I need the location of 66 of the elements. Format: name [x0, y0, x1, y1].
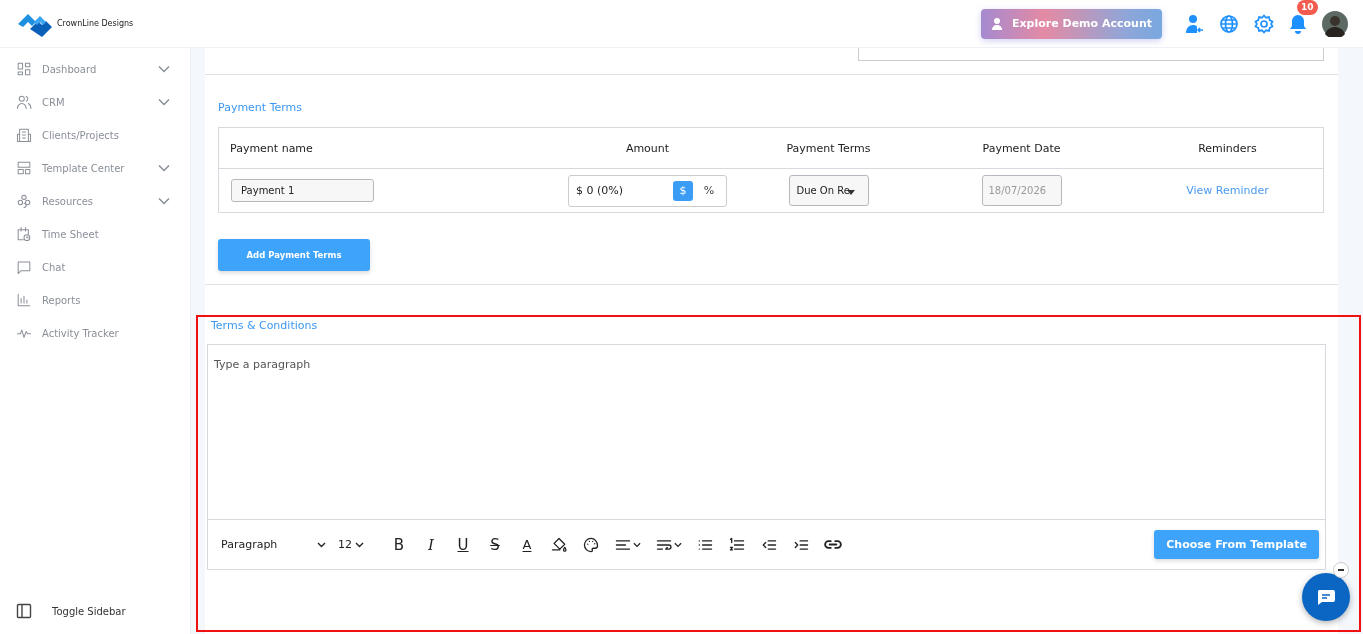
sidebar-item[interactable]: Resources: [0, 190, 190, 212]
view-reminder-link[interactable]: View Reminder: [1186, 184, 1269, 197]
strike-button[interactable]: S: [480, 532, 510, 557]
chevron-down-icon: [674, 541, 682, 548]
section-title: Terms & Conditions: [211, 319, 319, 332]
menu-item-icon: [16, 193, 32, 209]
globe-icon[interactable]: [1219, 13, 1239, 34]
sidebar-item[interactable]: Dashboard: [0, 58, 190, 80]
sidebar-layout-icon: [16, 603, 32, 619]
block-format-select[interactable]: Paragraph: [221, 538, 326, 551]
sidebar-item[interactable]: Time Sheet: [0, 223, 190, 245]
user-icon: [991, 16, 1005, 31]
amount-field[interactable]: $ 0 (0%) $ %: [568, 174, 727, 207]
menu-item-icon: [16, 292, 32, 308]
column-header: Payment Terms: [785, 141, 872, 155]
menu-item-icon: [16, 127, 32, 143]
sidebar-item[interactable]: Reports: [0, 289, 190, 311]
palette-icon: [582, 535, 600, 554]
menu-item-icon: [16, 259, 32, 275]
italic-button[interactable]: I: [416, 532, 446, 557]
chevron-down-icon: [158, 197, 170, 205]
sidebar-item[interactable]: Clients/Projects: [0, 124, 190, 146]
add-user-icon[interactable]: [1184, 13, 1204, 34]
sidebar-item[interactable]: Template Center: [0, 157, 190, 179]
toggle-sidebar-button[interactable]: Toggle Sidebar: [0, 600, 190, 622]
notification-count-badge: 10: [1297, 0, 1318, 15]
payment-name-field[interactable]: Payment 1: [231, 179, 374, 202]
menu-item-icon: [16, 226, 32, 242]
user-avatar[interactable]: [1322, 10, 1348, 37]
font-size-select[interactable]: 12: [338, 538, 364, 551]
payment-terms-select[interactable]: Due On Re: [788, 175, 869, 206]
unit-toggle[interactable]: $: [673, 180, 693, 201]
section-title: Payment Terms: [218, 101, 304, 114]
underline-button[interactable]: U: [448, 532, 478, 557]
brand-name: CrownLine Designs: [57, 19, 134, 28]
sidebar-item[interactable]: Chat: [0, 256, 190, 278]
chevron-down-icon: [158, 65, 170, 73]
chevron-down-icon: [317, 541, 326, 548]
chevron-down-icon: [633, 541, 641, 548]
payment-date-field[interactable]: 18/07/2026: [981, 175, 1062, 206]
fill-icon: [550, 535, 568, 554]
numbers-icon: [728, 535, 746, 554]
column-header: Reminders: [1197, 141, 1258, 155]
sidebar-item[interactable]: CRM: [0, 91, 190, 113]
bold-button[interactable]: B: [384, 532, 414, 557]
link-icon: [824, 540, 842, 549]
chevron-down-icon: [355, 541, 364, 548]
minimize-icon[interactable]: [1333, 562, 1349, 578]
explore-demo-button[interactable]: Explore Demo Account: [981, 8, 1162, 39]
chat-bubble-icon: [1316, 589, 1336, 605]
column-header: Payment Date: [981, 141, 1062, 155]
column-header: Payment name: [229, 141, 314, 155]
add-payment-terms-button[interactable]: Add Payment Terms: [218, 239, 370, 271]
chevron-down-icon: [158, 98, 170, 106]
settings-icon[interactable]: [1254, 13, 1274, 34]
menu-item-icon: [16, 160, 32, 176]
unit-toggle[interactable]: %: [699, 180, 719, 201]
notification-bell-icon[interactable]: [1289, 13, 1307, 34]
sidebar-item[interactable]: Activity Tracker: [0, 322, 190, 344]
editor-placeholder[interactable]: Type a paragraph: [214, 358, 311, 371]
menu-item-icon: [16, 94, 32, 110]
menu-item-icon: [16, 61, 32, 77]
column-header: Amount: [624, 141, 671, 155]
text-color-button[interactable]: A: [512, 532, 542, 557]
choose-template-button[interactable]: Choose From Template: [1154, 530, 1319, 559]
chevron-down-icon: [158, 164, 170, 172]
